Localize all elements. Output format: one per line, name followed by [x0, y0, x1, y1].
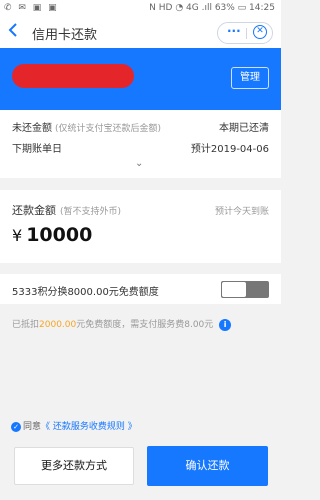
toggle-knob — [222, 282, 246, 297]
repay-amount-label-group: 还款金额 (暂不支持外币) — [12, 202, 121, 218]
more-dots-icon[interactable]: ··· — [227, 24, 241, 38]
info-icon[interactable]: i — [219, 318, 232, 331]
repay-amount-note: (暂不支持外币) — [60, 207, 122, 217]
agreement: ✓ 同意《 还款服务收费规则 》 — [11, 419, 137, 432]
deduction-prefix: 已抵扣 — [12, 320, 40, 330]
manage-button[interactable]: 管理 — [231, 67, 269, 89]
repay-amount-input[interactable]: ¥10000 — [12, 224, 92, 246]
agreement-prefix: 同意 — [23, 422, 42, 432]
capsule-divider — [246, 28, 247, 39]
card-banner: 管理 — [0, 48, 281, 110]
more-payment-methods-button[interactable]: 更多还款方式 — [14, 447, 134, 485]
points-exchange-text: 5333积分换8000.00元免费额度 — [12, 287, 159, 298]
close-icon[interactable]: ✕ — [253, 25, 267, 39]
chevron-down-icon[interactable]: ⌄ — [135, 158, 143, 169]
currency-symbol: ¥ — [12, 226, 23, 245]
status-bar-system: N HD ◔ 4G .ıll 63% ▭ 14:25 — [149, 3, 275, 13]
points-panel: 5333积分换8000.00元免费额度 — [0, 274, 281, 304]
bill-info-panel: 未还金额 (仅统计支付宝还款后金额) 本期已还清 下期账单日 预计2019-04-… — [0, 110, 281, 178]
points-toggle[interactable] — [221, 281, 269, 298]
status-bar-notifications: ✆ ✉ ▣ ▣ — [4, 3, 59, 13]
repay-amount-value: 10000 — [26, 224, 93, 246]
mini-program-capsule: ··· ✕ — [217, 22, 273, 44]
card-name-redacted — [12, 64, 134, 88]
deduction-highlight: 2000.00 — [39, 320, 77, 330]
nav-bar: 信用卡还款 ··· ✕ — [0, 18, 281, 48]
status-bar: ✆ ✉ ▣ ▣ N HD ◔ 4G .ıll 63% ▭ 14:25 — [0, 0, 281, 18]
deduction-info: 已抵扣2000.00元免费额度，需支付服务费8.00元 i — [12, 317, 232, 331]
checkmark-icon[interactable]: ✓ — [11, 421, 21, 432]
page-title: 信用卡还款 — [32, 28, 98, 43]
unpaid-note: (仅统计支付宝还款后金额) — [55, 124, 162, 134]
arrival-estimate: 预计今天到账 — [214, 207, 269, 217]
confirm-repay-button[interactable]: 确认还款 — [147, 446, 268, 486]
repay-amount-label: 还款金额 — [12, 204, 56, 217]
repay-amount-panel: 还款金额 (暂不支持外币) 预计今天到账 ¥10000 — [0, 190, 281, 263]
next-bill-value: 预计2019-04-06 — [190, 144, 269, 155]
next-bill-label: 下期账单日 — [12, 144, 62, 155]
back-icon[interactable] — [8, 22, 18, 41]
unpaid-status: 本期已还清 — [219, 123, 269, 134]
next-bill-row: 下期账单日 预计2019-04-06 — [12, 140, 269, 155]
deduction-suffix: 元免费额度，需支付服务费8.00元 — [76, 320, 214, 330]
service-fee-rules-link[interactable]: 《 还款服务收费规则 》 — [41, 422, 137, 432]
unpaid-label: 未还金额 — [12, 123, 52, 134]
unpaid-row: 未还金额 (仅统计支付宝还款后金额) 本期已还清 — [12, 119, 269, 134]
